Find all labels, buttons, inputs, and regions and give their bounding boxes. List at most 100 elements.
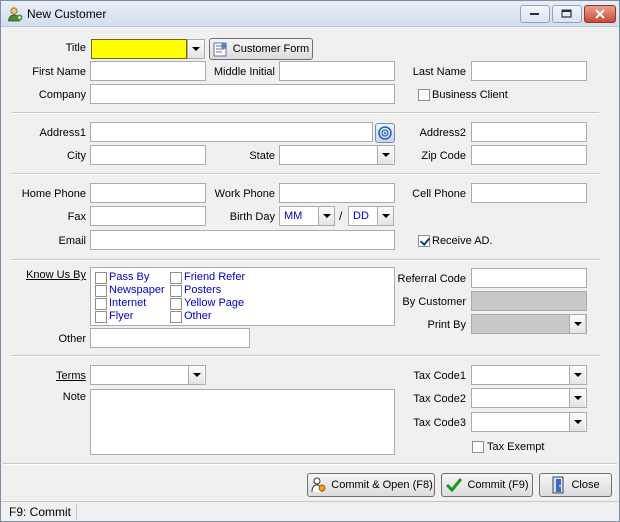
city-label: City — [67, 150, 86, 162]
tax-code3-dropdown[interactable] — [471, 412, 587, 432]
zip-code-label: Zip Code — [421, 150, 466, 162]
chevron-down-icon — [569, 315, 585, 333]
birthday-separator: / — [339, 209, 343, 223]
other-source-checkbox[interactable] — [170, 311, 182, 323]
know-us-by-list: Pass By Newspaper Internet Flyer Friend … — [90, 267, 395, 326]
chevron-down-icon — [569, 366, 585, 384]
business-client-label: Business Client — [432, 89, 508, 101]
address1-input[interactable] — [90, 122, 373, 142]
receive-ad-label: Receive AD. — [432, 235, 493, 247]
note-textarea[interactable] — [90, 389, 395, 455]
user-open-icon — [311, 477, 326, 493]
know-us-by-label: Know Us By — [26, 269, 86, 281]
referral-code-label: Referral Code — [397, 273, 466, 285]
newspaper-label: Newspaper — [109, 284, 165, 296]
home-phone-input[interactable] — [90, 183, 206, 203]
chevron-down-icon — [569, 389, 585, 407]
other-input[interactable] — [90, 328, 250, 348]
window-title: New Customer — [27, 7, 107, 21]
yellow-page-checkbox[interactable] — [170, 298, 182, 310]
cell-phone-label: Cell Phone — [412, 188, 466, 200]
email-input[interactable] — [90, 230, 395, 250]
internet-label: Internet — [109, 297, 147, 309]
posters-label: Posters — [184, 284, 222, 296]
tax-code2-label: Tax Code2 — [413, 393, 466, 405]
tax-code1-label: Tax Code1 — [413, 370, 466, 382]
by-customer-label: By Customer — [402, 296, 466, 308]
close-icon — [595, 9, 605, 19]
company-input[interactable] — [90, 84, 395, 104]
fax-label: Fax — [67, 211, 86, 223]
user-add-icon — [7, 6, 23, 22]
pass-by-checkbox[interactable] — [95, 272, 107, 284]
maximize-button[interactable] — [552, 5, 582, 23]
note-label: Note — [62, 391, 86, 403]
address-lookup-button[interactable] — [375, 123, 395, 143]
terms-label: Terms — [56, 370, 86, 382]
chevron-down-icon — [377, 146, 393, 164]
posters-checkbox[interactable] — [170, 285, 182, 297]
home-phone-label: Home Phone — [21, 188, 86, 200]
middle-initial-input[interactable] — [279, 61, 395, 81]
business-client-checkbox[interactable] — [418, 89, 430, 101]
close-window-button[interactable] — [584, 5, 616, 23]
birth-day-value: DD — [353, 210, 369, 222]
cell-phone-input[interactable] — [471, 183, 587, 203]
new-customer-window: New Customer Title Customer Form First N… — [0, 0, 620, 522]
last-name-input[interactable] — [471, 61, 587, 81]
divider — [3, 463, 617, 465]
status-hint: F9: Commit — [5, 504, 77, 520]
friend-refer-checkbox[interactable] — [170, 272, 182, 284]
commit-button-label: Commit (F9) — [467, 479, 529, 491]
divider — [11, 173, 599, 175]
close-button[interactable]: Close — [539, 473, 612, 497]
pass-by-label: Pass By — [109, 271, 150, 283]
birth-day-dropdown[interactable]: DD — [348, 206, 394, 226]
receive-ad-checkbox[interactable] — [418, 235, 430, 247]
chevron-down-icon — [188, 40, 204, 58]
fax-input[interactable] — [90, 206, 206, 226]
maximize-icon — [561, 9, 572, 18]
other-label: Other — [58, 333, 86, 345]
flyer-label: Flyer — [109, 310, 134, 322]
flyer-checkbox[interactable] — [95, 311, 107, 323]
work-phone-input[interactable] — [279, 183, 395, 203]
title-dropdown[interactable] — [91, 39, 187, 59]
middle-initial-label: Middle Initial — [213, 66, 275, 78]
city-input[interactable] — [90, 145, 206, 165]
title-label: Title — [65, 42, 86, 54]
minimize-icon — [530, 13, 539, 15]
birthday-label: Birth Day — [229, 211, 275, 223]
newspaper-checkbox[interactable] — [95, 285, 107, 297]
zip-code-input[interactable] — [471, 145, 587, 165]
tax-exempt-checkbox[interactable] — [472, 441, 484, 453]
commit-open-button[interactable]: Commit & Open (F8) — [307, 473, 435, 497]
address1-label: Address1 — [39, 127, 86, 139]
internet-checkbox[interactable] — [95, 298, 107, 310]
chevron-down-icon — [377, 207, 393, 225]
other-source-label: Other — [184, 310, 212, 322]
tax-code3-label: Tax Code3 — [413, 417, 466, 429]
print-by-label: Print By — [427, 319, 466, 331]
birth-month-dropdown[interactable]: MM — [279, 206, 335, 226]
chevron-down-icon — [188, 366, 204, 384]
divider — [11, 355, 599, 357]
status-bar: F9: Commit — [1, 501, 619, 521]
customer-form-button[interactable]: Customer Form — [209, 38, 313, 60]
form-icon — [213, 42, 227, 57]
commit-open-button-label: Commit & Open (F8) — [331, 479, 433, 491]
customer-form-button-label: Customer Form — [232, 43, 310, 55]
terms-dropdown[interactable] — [90, 365, 206, 385]
referral-code-input[interactable] — [471, 268, 587, 288]
minimize-button[interactable] — [520, 5, 550, 23]
first-name-input[interactable] — [90, 61, 206, 81]
commit-button[interactable]: Commit (F9) — [441, 473, 533, 497]
first-name-label: First Name — [32, 66, 86, 78]
tax-code2-dropdown[interactable] — [471, 388, 587, 408]
title-dropdown-button[interactable] — [187, 39, 205, 59]
tax-code1-dropdown[interactable] — [471, 365, 587, 385]
print-by-dropdown[interactable] — [471, 314, 587, 334]
title-bar: New Customer — [1, 1, 619, 27]
state-dropdown[interactable] — [279, 145, 395, 165]
address2-input[interactable] — [471, 122, 587, 142]
